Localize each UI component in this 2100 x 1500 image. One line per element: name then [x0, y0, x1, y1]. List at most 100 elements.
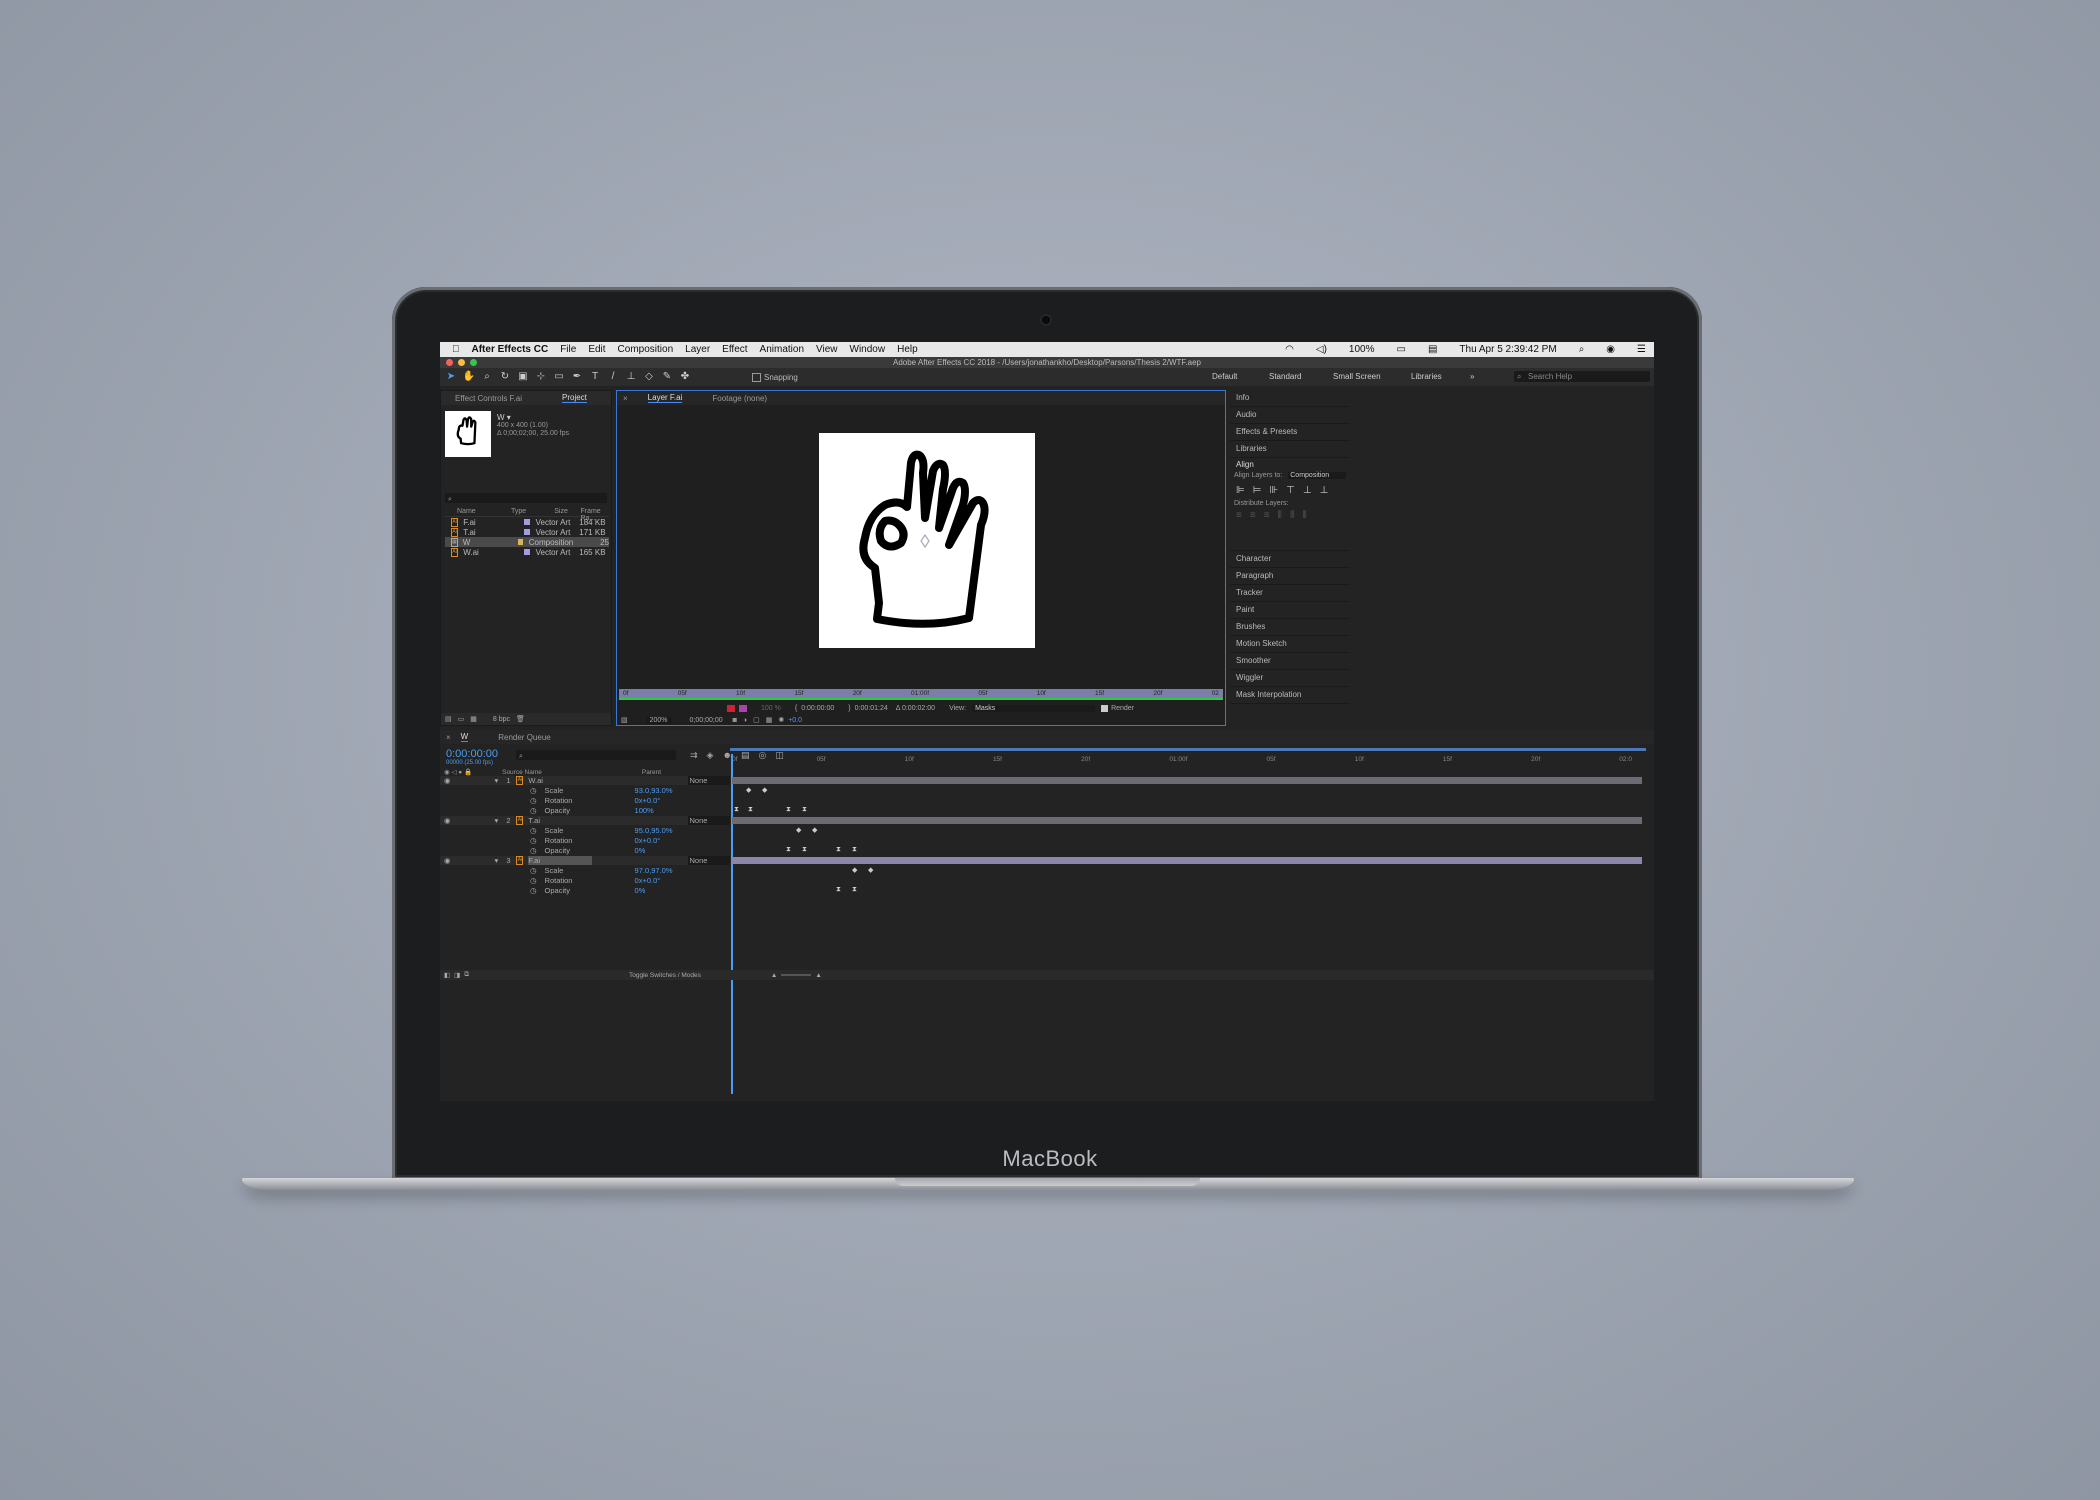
layer-bar[interactable] [732, 777, 1642, 784]
keyframe-icon[interactable]: ◆ [796, 826, 801, 834]
property-row[interactable]: ◷ Scale 95.0,95.0% [440, 826, 730, 835]
stopwatch-icon[interactable]: ◷ [530, 786, 537, 795]
align-to-select[interactable]: Composition [1288, 472, 1347, 479]
workspace-standard[interactable]: Standard [1269, 372, 1301, 381]
distribute-left-icon[interactable]: ⦀ [1278, 510, 1282, 521]
roto-brush-tool-icon[interactable]: ✎ [660, 371, 674, 383]
expand-icon[interactable]: ▾ [495, 856, 499, 865]
panel-libraries[interactable]: Libraries [1230, 441, 1350, 458]
puppet-tool-icon[interactable]: ✤ [678, 371, 692, 383]
timeline-ruler[interactable]: 0f 05f 10f 15f 20f 01:00f 05f 10f 15f 20… [730, 748, 1654, 768]
property-value[interactable]: 0x+0.0° [635, 836, 661, 845]
list-item[interactable]: Ai F.ai Vector Art 184 KB [445, 517, 609, 527]
panel-wiggler[interactable]: Wiggler [1230, 670, 1350, 687]
bpc-label[interactable]: 8 bpc [493, 716, 510, 723]
exposure-value[interactable]: +0.0 [788, 717, 802, 724]
viewer-current-time[interactable]: 0;00;00;00 [690, 717, 723, 724]
timeline-current-time[interactable]: 0:00:00:00 [446, 748, 498, 760]
layer-switches-icon[interactable]: ◧ [444, 971, 450, 979]
stopwatch-icon[interactable]: ◷ [530, 796, 537, 805]
wifi-icon[interactable]: ◠ [1285, 344, 1294, 355]
panel-paragraph[interactable]: Paragraph [1230, 568, 1350, 585]
distribute-bottom-icon[interactable]: ≡ [1264, 510, 1270, 521]
keyframe-icon[interactable]: ◆ [852, 866, 857, 874]
menu-file[interactable]: File [560, 344, 576, 355]
workspace-default[interactable]: Default [1212, 372, 1237, 381]
keyframe-icon[interactable]: ⧗ [786, 846, 791, 854]
tab-comp-w[interactable]: W [460, 732, 469, 742]
new-composition-icon[interactable]: ▦ [470, 715, 477, 723]
col-fps[interactable]: Frame Ra... [580, 508, 609, 522]
stopwatch-icon[interactable]: ◷ [530, 886, 537, 895]
minimize-window-icon[interactable] [458, 359, 465, 366]
panel-effects-presets[interactable]: Effects & Presets [1230, 424, 1350, 441]
property-row[interactable]: ◷ Scale 97.0,97.0% [440, 866, 730, 875]
snapping-checkbox[interactable] [752, 372, 761, 382]
tab-render-queue[interactable]: Render Queue [498, 733, 550, 742]
parent-select[interactable]: None [687, 816, 730, 825]
align-left-icon[interactable]: ⊫ [1236, 485, 1245, 496]
col-parent[interactable]: Parent [642, 769, 661, 776]
property-value[interactable]: 97.0,97.0% [635, 866, 673, 875]
keyframe-icon[interactable]: ◆ [868, 866, 873, 874]
keyframe-icon[interactable]: ⧗ [786, 806, 791, 814]
property-value[interactable]: 0x+0.0° [635, 876, 661, 885]
menu-view[interactable]: View [816, 344, 838, 355]
keyframe-icon[interactable]: ◆ [746, 786, 751, 794]
rotate-tool-icon[interactable]: ↻ [498, 371, 512, 383]
clone-stamp-tool-icon[interactable]: ⊥ [624, 371, 638, 383]
align-vcenter-icon[interactable]: ⊥ [1303, 485, 1312, 496]
exposure-reset-icon[interactable]: ✺ [778, 716, 784, 724]
align-bottom-icon[interactable]: ⊥ [1320, 485, 1329, 496]
layer-time-ruler[interactable]: 0f 05f 10f 15f 20f 01:00f 05f 10f 15f 20… [619, 689, 1223, 700]
panel-paint[interactable]: Paint [1230, 602, 1350, 619]
expand-icon[interactable]: ▾ [495, 816, 499, 825]
layer-name[interactable]: F.ai [528, 856, 592, 865]
eye-icon[interactable]: ◉ [444, 816, 451, 825]
snapshot-icon[interactable]: ◙ [733, 717, 737, 724]
rectangle-tool-icon[interactable]: ▭ [552, 371, 566, 383]
pen-tool-icon[interactable]: ✒ [570, 371, 584, 383]
parent-select[interactable]: None [687, 776, 730, 785]
property-row[interactable]: ◷ Rotation 0x+0.0° [440, 836, 730, 845]
menu-composition[interactable]: Composition [618, 344, 674, 355]
interpret-footage-icon[interactable]: ▤ [445, 715, 452, 723]
battery-label[interactable]: 100% [1349, 344, 1375, 355]
camera-tool-icon[interactable]: ▣ [516, 371, 530, 383]
work-area-bar[interactable] [730, 748, 1646, 751]
anchor-point-icon[interactable] [920, 533, 930, 549]
menu-window[interactable]: Window [850, 344, 886, 355]
menu-layer[interactable]: Layer [685, 344, 710, 355]
property-value[interactable]: 95.0,95.0% [635, 826, 673, 835]
keyframe-icon[interactable]: ⧗ [802, 806, 807, 814]
out-time[interactable]: 0:00:01:24 [855, 705, 888, 712]
keyframe-icon[interactable]: ⧗ [748, 806, 753, 814]
menu-effect[interactable]: Effect [722, 344, 747, 355]
in-point-icon[interactable]: { [795, 705, 797, 712]
property-row[interactable]: ◷ Scale 93.0,93.0% [440, 786, 730, 795]
keyframe-icon[interactable]: ◆ [762, 786, 767, 794]
panel-smoother[interactable]: Smoother [1230, 653, 1350, 670]
hand-tool-icon[interactable]: ✋ [462, 371, 476, 383]
apple-icon[interactable]:  [452, 344, 460, 355]
panel-info[interactable]: Info [1230, 390, 1350, 407]
tab-footage[interactable]: Footage (none) [712, 394, 767, 403]
mask-color-swatch-2[interactable] [739, 704, 747, 712]
close-window-icon[interactable] [446, 359, 453, 366]
layer-name[interactable]: T.ai [528, 816, 591, 825]
zoom-select[interactable]: 200% [645, 716, 672, 724]
align-right-icon[interactable]: ⊪ [1269, 485, 1278, 496]
stopwatch-icon[interactable]: ◷ [530, 836, 537, 845]
property-row[interactable]: ◷ Opacity 0% [440, 886, 730, 895]
eye-icon[interactable]: ◉ [444, 776, 451, 785]
view-select[interactable]: Masks [972, 704, 1096, 712]
parent-select[interactable]: None [687, 856, 730, 865]
col-name[interactable]: Name [445, 508, 511, 516]
panel-character[interactable]: Character [1230, 551, 1350, 568]
app-menu[interactable]: After Effects CC [472, 344, 549, 355]
keyframe-icon[interactable]: ⧗ [852, 846, 857, 854]
zoom-window-icon[interactable] [470, 359, 477, 366]
type-tool-icon[interactable]: T [588, 371, 602, 383]
workspace-small-screen[interactable]: Small Screen [1333, 372, 1381, 381]
label-color[interactable] [518, 539, 523, 545]
